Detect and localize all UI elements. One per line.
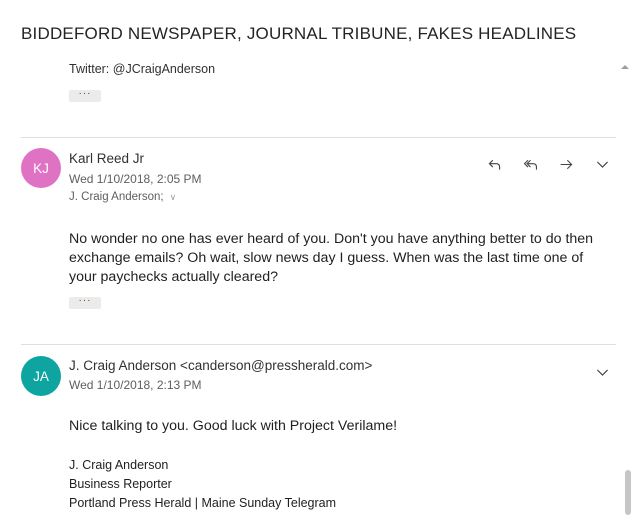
message-date: Wed 1/10/2018, 2:13 PM: [69, 378, 202, 392]
twitter-line: Twitter: @JCraigAnderson: [69, 62, 216, 76]
recipients-line[interactable]: J. Craig Anderson; ∨: [69, 191, 176, 203]
reply-all-icon: [523, 159, 537, 170]
avatar: JA: [21, 356, 61, 396]
more-actions-button[interactable]: [584, 362, 620, 382]
message-divider: [21, 344, 616, 345]
expand-recipients-icon[interactable]: ∨: [170, 192, 177, 203]
reply-icon: [488, 159, 500, 170]
reply-button[interactable]: [476, 154, 512, 174]
message-date: Wed 1/10/2018, 2:05 PM: [69, 172, 202, 186]
message-body: Nice talking to you. Good luck with Proj…: [69, 418, 398, 434]
reply-all-button[interactable]: [512, 154, 548, 174]
sender-name[interactable]: J. Craig Anderson <canderson@pressherald…: [69, 358, 372, 373]
scroll-up-arrow-icon[interactable]: [620, 62, 630, 72]
signature: J. Craig Anderson Business Reporter Port…: [69, 456, 336, 513]
forward-button[interactable]: [548, 154, 584, 174]
signature-line: Business Reporter: [69, 477, 172, 491]
message-actions: [476, 154, 620, 174]
show-more-button[interactable]: ···: [69, 296, 101, 309]
thread-title: BIDDEFORD NEWSPAPER, JOURNAL TRIBUNE, FA…: [21, 24, 577, 43]
message-actions: [584, 362, 620, 382]
signature-line: Portland Press Herald | Maine Sunday Tel…: [69, 496, 337, 510]
signature-line: J. Craig Anderson: [69, 458, 169, 472]
sender-name[interactable]: Karl Reed Jr: [69, 151, 144, 166]
show-more-button[interactable]: ···: [69, 89, 101, 102]
avatar: KJ: [21, 148, 61, 188]
chevron-down-icon: [596, 161, 608, 168]
message-divider: [21, 137, 616, 138]
forward-icon: [560, 159, 572, 169]
avatar-initials: JA: [33, 368, 49, 384]
more-actions-button[interactable]: [584, 154, 620, 174]
recipient-name[interactable]: J. Craig Anderson;: [69, 191, 164, 203]
chevron-down-icon: [596, 369, 608, 376]
scrollbar-thumb[interactable]: [625, 470, 631, 515]
avatar-initials: KJ: [33, 160, 49, 176]
message-body: No wonder no one has ever heard of you. …: [69, 231, 594, 285]
